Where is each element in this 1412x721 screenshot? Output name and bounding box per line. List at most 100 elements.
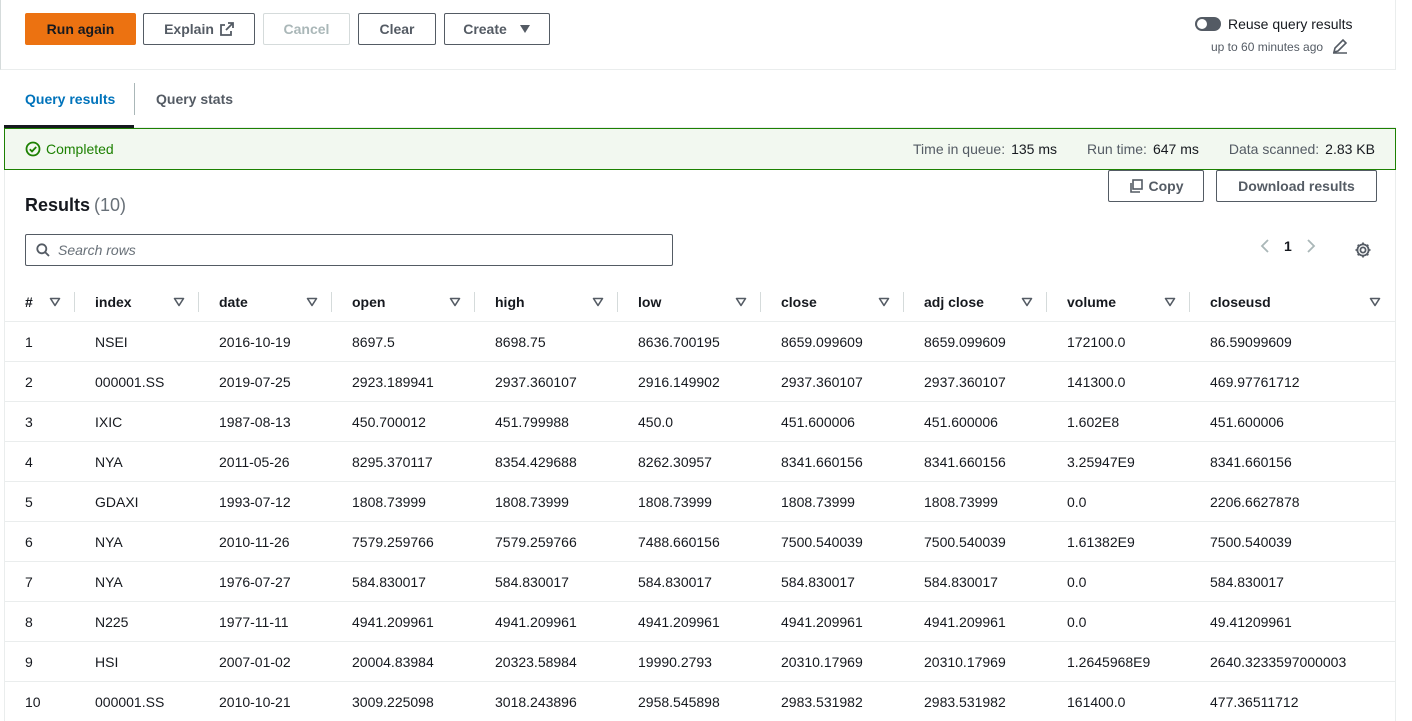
table-cell: 469.97761712 bbox=[1210, 374, 1300, 390]
query-toolbar: Run again Explain Cancel Clear Create Re… bbox=[0, 0, 1396, 70]
column-header[interactable]: open bbox=[332, 282, 475, 322]
edit-icon[interactable] bbox=[1332, 38, 1348, 54]
table-cell: 8341.660156 bbox=[781, 454, 863, 470]
table-cell: 8636.700195 bbox=[638, 334, 720, 350]
table-cell: 86.59099609 bbox=[1210, 334, 1292, 350]
table-cell: 0.0 bbox=[1067, 574, 1087, 590]
sort-caret-icon[interactable] bbox=[449, 297, 461, 307]
explain-label: Explain bbox=[164, 21, 214, 37]
table-row[interactable]: 7 NYA 1976-07-27 584.830017 584.830017 584.83… bbox=[5, 562, 1395, 602]
run-again-button[interactable]: Run again bbox=[25, 13, 136, 45]
table-cell: 1808.73999 bbox=[638, 494, 712, 510]
sort-caret-icon[interactable] bbox=[306, 297, 318, 307]
table-row[interactable]: 8 N225 1977-11-11 4941.209961 4941.209961 494… bbox=[5, 602, 1395, 642]
table-cell: IXIC bbox=[95, 414, 123, 430]
table-cell: N225 bbox=[95, 614, 129, 630]
table-row[interactable]: 4 NYA 2011-05-26 8295.370117 8354.429688 8262… bbox=[5, 442, 1395, 482]
table-cell: 6 bbox=[25, 534, 33, 550]
table-cell: 584.830017 bbox=[352, 574, 426, 590]
table-cell: 2 bbox=[25, 374, 33, 390]
column-label: low bbox=[638, 294, 662, 310]
table-cell: 2010-10-21 bbox=[219, 694, 291, 710]
table-cell: 1808.73999 bbox=[495, 494, 569, 510]
copy-button[interactable]: Copy bbox=[1108, 170, 1204, 202]
table-row[interactable]: 3 IXIC 1987-08-13 450.700012 451.799988 450.0… bbox=[5, 402, 1395, 442]
table-row[interactable]: 2 000001.SS 2019-07-25 2923.189941 2937.3601… bbox=[5, 362, 1395, 402]
reuse-toggle[interactable] bbox=[1195, 17, 1221, 31]
download-results-button[interactable]: Download results bbox=[1216, 170, 1377, 202]
sort-caret-icon[interactable] bbox=[592, 297, 604, 307]
results-count: (10) bbox=[94, 195, 127, 215]
table-row[interactable]: 9 HSI 2007-01-02 20004.83984 20323.58984 1999… bbox=[5, 642, 1395, 682]
table-row[interactable]: 1 NSEI 2016-10-19 8697.5 8698.75 8636.700195 8… bbox=[5, 322, 1395, 362]
table-cell: 3009.225098 bbox=[352, 694, 434, 710]
tab-query-results[interactable]: Query results bbox=[25, 70, 115, 128]
table-cell: 20004.83984 bbox=[352, 654, 434, 670]
column-header[interactable]: close bbox=[761, 282, 904, 322]
chevron-left-icon[interactable] bbox=[1260, 238, 1270, 254]
table-cell: NYA bbox=[95, 454, 123, 470]
data-scanned-label: Data scanned: bbox=[1228, 141, 1320, 157]
table-cell: 172100.0 bbox=[1067, 334, 1126, 350]
sort-caret-icon[interactable] bbox=[878, 297, 890, 307]
table-cell: HSI bbox=[95, 654, 119, 670]
search-input[interactable] bbox=[58, 242, 638, 258]
column-label: adj close bbox=[924, 294, 984, 310]
tab-query-stats[interactable]: Query stats bbox=[156, 70, 233, 128]
clear-button[interactable]: Clear bbox=[358, 13, 436, 45]
table-cell: 9 bbox=[25, 654, 33, 670]
column-header[interactable]: # bbox=[5, 282, 75, 322]
table-row[interactable]: 10 000001.SS 2010-10-21 3009.225098 3018.243… bbox=[5, 682, 1395, 721]
table-cell: 2016-10-19 bbox=[219, 334, 291, 350]
table-cell: 2937.360107 bbox=[781, 374, 863, 390]
table-cell: 1808.73999 bbox=[924, 494, 998, 510]
sort-caret-icon[interactable] bbox=[173, 297, 185, 307]
tab-divider bbox=[134, 83, 135, 115]
sort-caret-icon[interactable] bbox=[1021, 297, 1033, 307]
column-header[interactable]: adj close bbox=[904, 282, 1047, 322]
column-header[interactable]: volume bbox=[1047, 282, 1190, 322]
table-cell: 4 bbox=[25, 454, 33, 470]
table-row[interactable]: 6 NYA 2010-11-26 7579.259766 7579.259766 7488… bbox=[5, 522, 1395, 562]
query-status-bar: Completed Time in queue: 135 ms Run time:… bbox=[4, 128, 1396, 170]
table-cell: 4941.209961 bbox=[638, 614, 720, 630]
results-table: # index date open high low close adj close volum… bbox=[5, 282, 1395, 721]
create-button[interactable]: Create bbox=[444, 13, 550, 45]
table-cell: 451.799988 bbox=[495, 414, 569, 430]
table-cell: 2206.6627878 bbox=[1210, 494, 1300, 510]
chevron-right-icon[interactable] bbox=[1306, 238, 1316, 254]
table-cell: 49.41209961 bbox=[1210, 614, 1292, 630]
table-cell: 1.602E8 bbox=[1067, 414, 1120, 430]
table-cell: 20323.58984 bbox=[495, 654, 577, 670]
table-cell: 0.0 bbox=[1067, 494, 1087, 510]
column-header[interactable]: high bbox=[475, 282, 618, 322]
column-label: volume bbox=[1067, 294, 1117, 310]
table-cell: 3018.243896 bbox=[495, 694, 577, 710]
table-cell: 451.600006 bbox=[924, 414, 998, 430]
column-header[interactable]: date bbox=[199, 282, 332, 322]
column-label: closeusd bbox=[1210, 294, 1271, 310]
table-cell: 7579.259766 bbox=[352, 534, 434, 550]
column-header[interactable]: index bbox=[75, 282, 199, 322]
table-cell: 450.0 bbox=[638, 414, 674, 430]
column-header[interactable]: closeusd bbox=[1190, 282, 1395, 322]
table-cell: 1977-11-11 bbox=[219, 614, 289, 630]
cancel-button[interactable]: Cancel bbox=[263, 13, 350, 45]
table-cell: 2011-05-26 bbox=[219, 454, 290, 470]
table-row[interactable]: 5 GDAXI 1993-07-12 1808.73999 1808.73999 1808… bbox=[5, 482, 1395, 522]
column-header[interactable]: low bbox=[618, 282, 761, 322]
sort-caret-icon[interactable] bbox=[735, 297, 747, 307]
sort-caret-icon[interactable] bbox=[49, 297, 61, 307]
current-page[interactable]: 1 bbox=[1284, 238, 1292, 254]
gear-icon[interactable] bbox=[1354, 241, 1372, 259]
table-cell: 2958.545898 bbox=[638, 694, 720, 710]
table-cell: 584.830017 bbox=[495, 574, 569, 590]
search-icon bbox=[36, 243, 50, 257]
table-cell: 161400.0 bbox=[1067, 694, 1126, 710]
table-cell: 000001.SS bbox=[95, 694, 165, 710]
sort-caret-icon[interactable] bbox=[1164, 297, 1176, 307]
sort-caret-icon[interactable] bbox=[1369, 297, 1381, 307]
table-cell: 19990.2793 bbox=[638, 654, 712, 670]
explain-button[interactable]: Explain bbox=[143, 13, 255, 45]
table-cell: 8697.5 bbox=[352, 334, 395, 350]
